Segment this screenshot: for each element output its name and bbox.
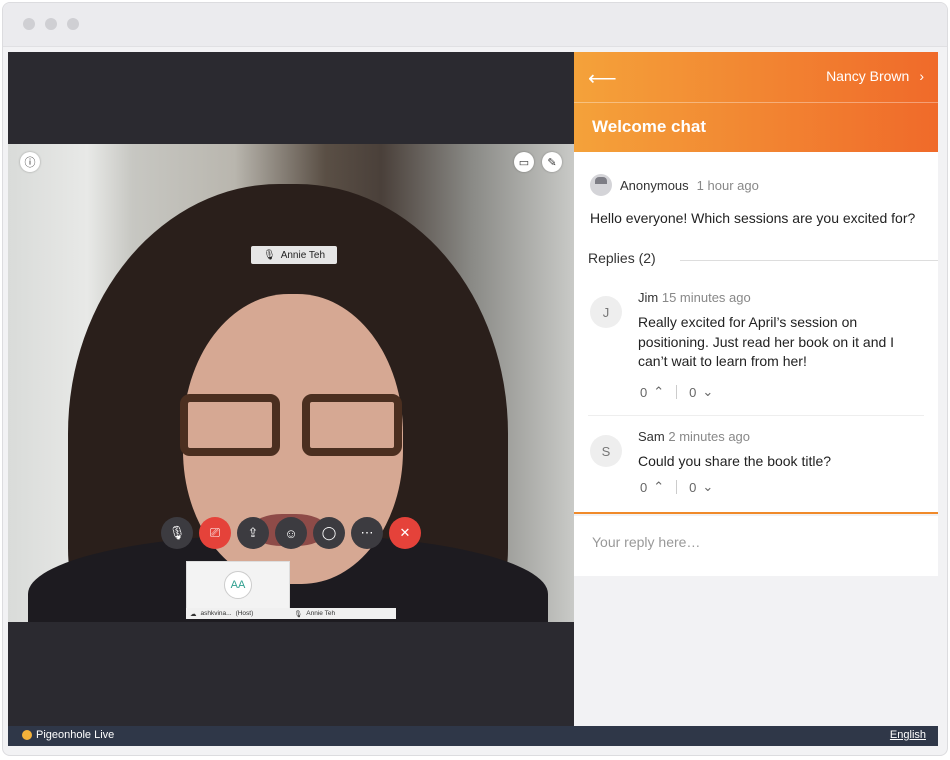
brand: Pigeonhole Live (22, 729, 114, 741)
camera-off-icon: ⎚ (209, 525, 221, 540)
reply-time: 2 minutes ago (668, 429, 751, 444)
post-author: Anonymous (620, 177, 689, 193)
participant-name: Annie Teh (280, 249, 325, 261)
participant-video-feed[interactable]: ⓘ ▭ ✎ 🎙 Annie Teh (8, 144, 574, 622)
reply-avatar: S (590, 435, 622, 467)
layout-icon[interactable]: ▭ (514, 152, 534, 172)
window-titlebar (3, 3, 947, 47)
upvote-chevron-up-icon[interactable]: ⌃ (653, 479, 664, 495)
participant-mic-icon: 🎙 (294, 610, 303, 618)
reply-author: Sam (638, 429, 665, 444)
anonymous-avatar-icon (590, 174, 612, 196)
post-text: Hello everyone! Which sessions are you e… (590, 210, 916, 226)
arrow-left-icon[interactable]: ⟵ (588, 66, 617, 91)
chat-thread: Anonymous 1 hour ago Hello everyone! Whi… (574, 152, 938, 514)
info-icon[interactable]: ⓘ (20, 152, 40, 172)
participant-label-strip: 🎙 Annie Teh (290, 608, 396, 619)
pigeonhole-logo-icon (22, 730, 32, 740)
microphone-off-icon: 🎙 (168, 525, 186, 540)
chat-header: ⟵ Nancy Brown › Welcome chat (574, 52, 938, 152)
video-call-area: ⓘ ▭ ✎ 🎙 Annie Teh 🎙 ⎚ ⇪ ☺ ◯ ⋯ ✕ AA ☁ ash… (8, 52, 574, 726)
share-icon: ⇪ (247, 525, 259, 540)
reply-input[interactable] (592, 534, 912, 550)
participants-button[interactable]: ☺ (275, 517, 307, 549)
person-icon: ☺ (284, 525, 298, 541)
reply-avatar: J (590, 296, 622, 328)
reply-text: Really excited for April’s session on po… (638, 314, 895, 369)
window-zoom-dot[interactable] (67, 18, 79, 30)
post-time: 1 hour ago (696, 177, 759, 193)
self-avatar: AA (224, 571, 252, 599)
close-icon: ✕ (399, 525, 411, 540)
speech-bubble-icon: ◯ (321, 525, 337, 540)
pin-icon[interactable]: ✎ (542, 152, 562, 172)
user-profile-link[interactable]: Nancy Brown › (826, 68, 924, 84)
chat-panel: ⟵ Nancy Brown › Welcome chat Anonymous 1… (574, 52, 938, 726)
host-mic-icon: ☁ (190, 610, 197, 618)
camera-toggle-button[interactable]: ⎚ (199, 517, 231, 549)
more-options-button[interactable]: ⋯ (351, 517, 383, 549)
window-close-dot[interactable] (23, 18, 35, 30)
chat-title: Welcome chat (592, 117, 707, 136)
chevron-right-icon: › (919, 68, 924, 84)
participant-name-tag: 🎙 Annie Teh (251, 246, 337, 264)
reply-time: 15 minutes ago (661, 290, 751, 305)
share-screen-button[interactable]: ⇪ (237, 517, 269, 549)
downvote-chevron-down-icon[interactable]: ⌄ (702, 384, 713, 400)
host-label-strip: ☁ ashkvina... (Host) (186, 608, 290, 619)
call-controls: 🎙 ⎚ ⇪ ☺ ◯ ⋯ ✕ (161, 517, 421, 549)
reply-text: Could you share the book title? (638, 453, 832, 469)
brand-name: Pigeonhole Live (36, 729, 115, 741)
end-call-button[interactable]: ✕ (389, 517, 421, 549)
ellipsis-icon: ⋯ (360, 525, 374, 540)
footer-bar: Pigeonhole Live English (8, 726, 938, 746)
reply-votes: 0 ⌃ 0 ⌄ (640, 384, 714, 400)
reply-divider (588, 415, 924, 416)
reply-votes: 0 ⌃ 0 ⌄ (640, 479, 714, 495)
post-meta: Anonymous 1 hour ago (590, 174, 759, 196)
reply-composer (574, 516, 938, 576)
downvote-chevron-down-icon[interactable]: ⌄ (702, 479, 713, 495)
window-minimize-dot[interactable] (45, 18, 57, 30)
microphone-icon: 🎙 (263, 249, 276, 261)
chat-button[interactable]: ◯ (313, 517, 345, 549)
upvote-chevron-up-icon[interactable]: ⌃ (653, 384, 664, 400)
user-name: Nancy Brown (826, 68, 910, 84)
reply-author: Jim (638, 290, 659, 305)
replies-heading: Replies (2) (588, 250, 656, 266)
language-link[interactable]: English (890, 729, 926, 741)
mute-microphone-button[interactable]: 🎙 (161, 517, 193, 549)
